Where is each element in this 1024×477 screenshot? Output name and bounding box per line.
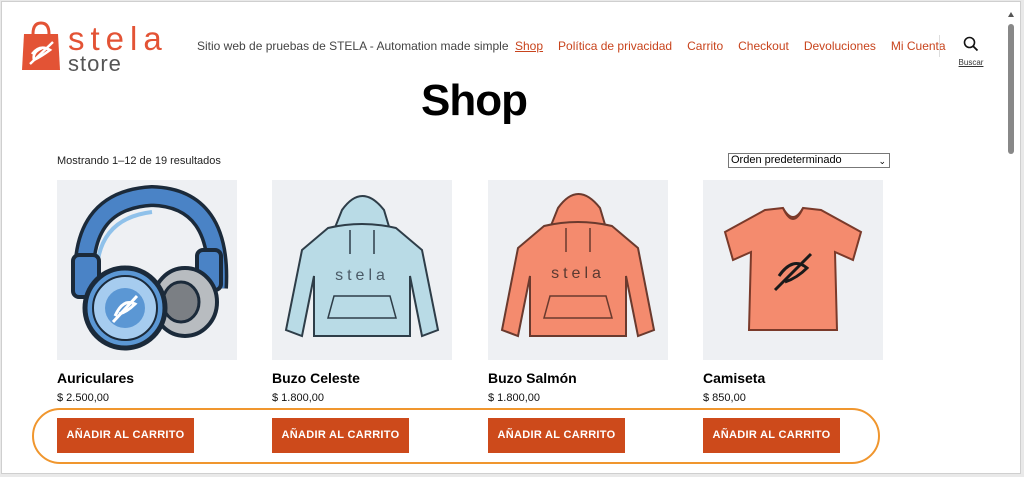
search-button[interactable]: Buscar xyxy=(953,36,989,67)
product-name[interactable]: Buzo Salmón xyxy=(488,370,668,386)
product-price: $ 1.800,00 xyxy=(488,392,540,404)
search-icon xyxy=(963,36,979,52)
product-card: Auriculares $ 2.500,00 AÑADIR AL CARRITO xyxy=(57,180,237,453)
chevron-down-icon: ⌄ xyxy=(878,156,886,166)
nav-item-cart[interactable]: Carrito xyxy=(687,39,723,53)
product-name[interactable]: Auriculares xyxy=(57,370,237,386)
tshirt-image xyxy=(723,206,863,331)
product-image-headphones[interactable] xyxy=(57,180,237,360)
product-price: $ 1.800,00 xyxy=(272,392,324,404)
logo-wordmark-store: store xyxy=(68,51,122,76)
shopping-bag-logo-icon xyxy=(22,21,60,70)
nav-item-privacy-policy[interactable]: Política de privacidad xyxy=(558,39,672,53)
product-card: stela Buzo Celeste $ 1.800,00 AÑADIR AL … xyxy=(272,180,452,453)
scrollbar-thumb[interactable] xyxy=(1008,24,1014,154)
svg-text:stela: stela xyxy=(551,265,605,282)
product-image-light-blue-hoodie[interactable]: stela xyxy=(272,180,452,360)
add-to-cart-button[interactable]: AÑADIR AL CARRITO xyxy=(57,418,194,453)
svg-text:stela: stela xyxy=(335,267,389,284)
page-frame: stela store Sitio web de pruebas de STEL… xyxy=(1,1,1021,474)
nav-item-my-account[interactable]: Mi Cuenta xyxy=(891,39,946,53)
orderby-select[interactable]: Orden predeterminado ⌄ xyxy=(728,153,890,168)
product-name[interactable]: Camiseta xyxy=(703,370,883,386)
nav-divider xyxy=(939,35,940,57)
product-image-salmon-hoodie[interactable]: stela xyxy=(488,180,668,360)
add-to-cart-button[interactable]: AÑADIR AL CARRITO xyxy=(703,418,840,453)
headphones-image xyxy=(71,184,229,351)
product-card: Camiseta $ 850,00 AÑADIR AL CARRITO xyxy=(703,180,883,453)
product-name[interactable]: Buzo Celeste xyxy=(272,370,452,386)
product-image-tshirt[interactable] xyxy=(703,180,883,360)
add-to-cart-button[interactable]: AÑADIR AL CARRITO xyxy=(272,418,409,453)
scroll-up-arrow-icon[interactable] xyxy=(1008,12,1014,17)
product-card: stela Buzo Salmón $ 1.800,00 AÑADIR AL C… xyxy=(488,180,668,453)
product-price: $ 850,00 xyxy=(703,392,746,404)
site-logo[interactable]: stela store xyxy=(20,20,190,78)
result-count: Mostrando 1–12 de 19 resultados xyxy=(57,155,221,167)
vertical-scrollbar[interactable] xyxy=(1008,12,1014,472)
light-blue-hoodie-image: stela xyxy=(284,195,440,338)
nav-item-checkout[interactable]: Checkout xyxy=(738,39,789,53)
orderby-selected-value: Orden predeterminado xyxy=(731,154,842,166)
search-label: Buscar xyxy=(958,58,984,67)
add-to-cart-button[interactable]: AÑADIR AL CARRITO xyxy=(488,418,625,453)
main-navigation: Shop Política de privacidad Carrito Chec… xyxy=(515,39,946,53)
salmon-hoodie-image: stela xyxy=(500,193,656,338)
nav-item-returns[interactable]: Devoluciones xyxy=(804,39,876,53)
site-tagline: Sitio web de pruebas de STELA - Automati… xyxy=(197,39,509,53)
page-title: Shop xyxy=(421,76,528,125)
product-price: $ 2.500,00 xyxy=(57,392,109,404)
nav-item-shop[interactable]: Shop xyxy=(515,39,543,53)
